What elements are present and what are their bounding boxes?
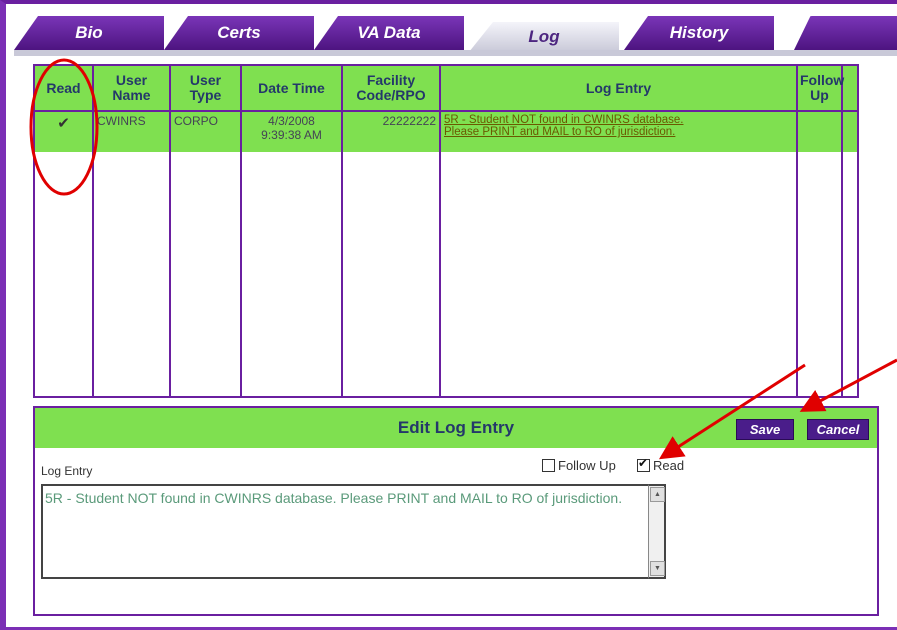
tab-bio[interactable]: Bio	[14, 16, 164, 50]
read-label: Read	[653, 458, 685, 473]
log-entry-label: Log Entry	[41, 464, 93, 478]
cell-follow-up	[797, 111, 843, 152]
save-button[interactable]: Save	[736, 419, 794, 440]
col-header-user-name[interactable]: User Name	[93, 66, 171, 112]
log-entry-link-line1[interactable]: 5R - Student NOT found in CWINRS databas…	[444, 114, 793, 126]
edit-log-entry-panel: Edit Log Entry Save Cancel Log Entry Fol…	[33, 406, 879, 616]
table-row[interactable]: ✔ CWINRS CORPO 4/3/2008 9:39:38 AM 22222…	[35, 111, 857, 152]
tab-va-data[interactable]: VA Data	[314, 16, 464, 50]
read-checkbox-box[interactable]	[637, 456, 650, 472]
log-grid: Read User Name User Type Date Time Facil…	[33, 64, 859, 398]
scroll-down-arrow-icon[interactable]: ▼	[650, 561, 665, 576]
follow-up-label: Follow Up	[558, 458, 616, 473]
grid-empty-area	[35, 152, 857, 396]
col-header-user-type[interactable]: User Type	[170, 66, 242, 112]
scroll-up-arrow-icon[interactable]: ▲	[650, 487, 665, 502]
cell-date-time: 4/3/2008 9:39:38 AM	[241, 111, 343, 152]
read-check-icon: ✔	[35, 111, 94, 152]
edit-panel-header: Edit Log Entry Save Cancel	[35, 408, 877, 448]
cell-spacer	[842, 111, 857, 152]
col-header-follow-up[interactable]: Follow Up	[797, 66, 844, 112]
col-header-facility[interactable]: Facility Code/RPO	[342, 66, 441, 112]
cell-date: 4/3/2008	[268, 114, 315, 128]
read-checkbox[interactable]: Read	[637, 456, 685, 473]
cell-user-name: CWINRS	[93, 111, 171, 152]
tab-filler	[794, 16, 897, 50]
cell-time: 9:39:38 AM	[261, 128, 322, 142]
tab-certs[interactable]: Certs	[164, 16, 314, 50]
grid-header-row: Read User Name User Type Date Time Facil…	[35, 66, 857, 112]
cancel-button[interactable]: Cancel	[807, 419, 869, 440]
col-header-log-entry[interactable]: Log Entry	[440, 66, 798, 112]
tab-log[interactable]: Log	[469, 22, 619, 52]
col-header-read[interactable]: Read	[35, 66, 94, 112]
textarea-scrollbar[interactable]: ▲ ▼	[648, 484, 666, 579]
cell-log-entry[interactable]: 5R - Student NOT found in CWINRS databas…	[440, 111, 798, 152]
tab-bar: Bio Certs VA Data Log History	[14, 16, 897, 52]
tab-history[interactable]: History	[624, 16, 774, 50]
col-header-date-time[interactable]: Date Time	[241, 66, 343, 112]
log-entry-link-line2[interactable]: Please PRINT and MAIL to RO of jurisdict…	[444, 126, 793, 138]
cell-user-type: CORPO	[170, 111, 242, 152]
follow-up-checkbox[interactable]: Follow Up	[542, 458, 616, 473]
follow-up-checkbox-box[interactable]	[542, 459, 555, 472]
log-entry-textarea[interactable]: 5R - Student NOT found in CWINRS databas…	[41, 484, 665, 579]
cell-facility: 22222222	[342, 111, 441, 152]
tab-underline	[14, 50, 897, 56]
